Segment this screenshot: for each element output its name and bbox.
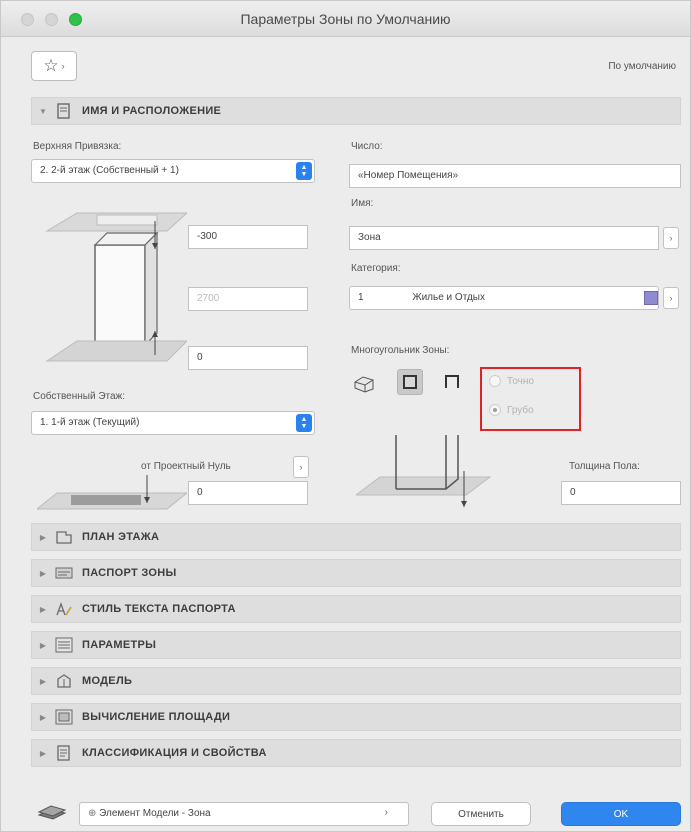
manual-polygon-icon <box>354 376 374 393</box>
zone-height-diagram <box>45 212 187 362</box>
parameters-icon <box>54 636 74 654</box>
section-label: КЛАССИФИКАЦИЯ И СВОЙСТВА <box>82 747 267 759</box>
select-stepper-icon: ▲ ▼ <box>296 162 312 180</box>
collapsed-triangle-icon: ▶ <box>39 748 47 758</box>
manual-polygon-button[interactable] <box>351 371 377 397</box>
zone-stamp-icon <box>54 564 74 582</box>
floor-thickness-input[interactable]: 0 <box>561 481 681 505</box>
collapsed-triangle-icon: ▶ <box>39 712 47 722</box>
collapsed-triangle-icon: ▶ <box>39 604 47 614</box>
floor-thickness-label: Толщина Пола: <box>569 461 640 472</box>
dialog-window: Параметры Зоны по Умолчанию ☆ › По умолча… <box>0 0 691 832</box>
window-title: Параметры Зоны по Умолчанию <box>240 11 451 27</box>
radio-precise[interactable]: Точно <box>489 375 534 387</box>
home-story-value: 1. 1-й этаж (Текущий) <box>40 417 140 428</box>
section-label: МОДЕЛЬ <box>82 675 133 687</box>
top-link-value: 2. 2-й этаж (Собственный + 1) <box>40 165 179 176</box>
section-area-calculation[interactable]: ▶ ВЫЧИСЛЕНИЕ ПЛОЩАДИ <box>31 703 681 731</box>
polygons-label: Многоугольник Зоны: <box>351 345 450 356</box>
area-calc-icon <box>54 708 74 726</box>
category-select[interactable]: 1 Жилье и Отдых <box>349 286 659 310</box>
floor-thickness-diagram <box>356 435 492 507</box>
project-zero-diagram <box>37 475 187 510</box>
star-icon: ☆ <box>43 56 59 75</box>
section-label: ПАРАМЕТРЫ <box>82 639 157 651</box>
section-model[interactable]: ▶ МОДЕЛЬ <box>31 667 681 695</box>
gross-polygon-button[interactable] <box>397 369 423 395</box>
text-style-icon <box>54 600 74 618</box>
net-polygon-icon <box>445 375 459 388</box>
net-polygon-button[interactable] <box>439 369 465 395</box>
section-label: ПАСПОРТ ЗОНЫ <box>82 567 177 579</box>
project-zero-input[interactable]: 0 <box>188 481 308 505</box>
radio-gross-indicator <box>489 404 501 416</box>
name-location-icon <box>54 102 74 120</box>
default-settings-label: По умолчанию <box>608 61 676 72</box>
radio-precise-label: Точно <box>507 375 534 387</box>
category-value: Жилье и Отдых <box>412 292 485 303</box>
floor-plan-icon <box>54 528 74 546</box>
top-offset-input[interactable]: -300 <box>188 225 308 249</box>
section-stamp-text-style[interactable]: ▶ СТИЛЬ ТЕКСТА ПАСПОРТА <box>31 595 681 623</box>
section-label: ИМЯ И РАСПОЛОЖЕНИЕ <box>82 105 222 117</box>
reference-level-menu-button[interactable]: › <box>293 456 309 478</box>
top-link-select[interactable]: 2. 2-й этаж (Собственный + 1) ▲ ▼ <box>31 159 315 183</box>
home-story-select[interactable]: 1. 1-й этаж (Текущий) ▲ ▼ <box>31 411 315 435</box>
classification-icon <box>54 744 74 762</box>
radio-gross[interactable]: Грубо <box>489 404 534 416</box>
category-code: 1 <box>358 292 364 303</box>
category-label: Категория: <box>351 263 401 274</box>
home-story-label: Собственный Этаж: <box>33 391 126 402</box>
collapsed-triangle-icon: ▶ <box>39 568 47 578</box>
section-label: СТИЛЬ ТЕКСТА ПАСПОРТА <box>82 603 236 615</box>
model-element-label: Элемент Модели - Зона <box>99 808 211 819</box>
element-type-icon: ⊕ <box>88 808 100 819</box>
bottom-offset-input[interactable]: 0 <box>188 346 308 370</box>
section-label: ПЛАН ЭТАЖА <box>82 531 160 543</box>
layer-icon <box>37 805 67 826</box>
collapsed-triangle-icon: ▶ <box>39 532 47 542</box>
radio-precise-indicator <box>489 375 501 387</box>
select-stepper-icon: ▲ ▼ <box>296 414 312 432</box>
section-label: ВЫЧИСЛЕНИЕ ПЛОЩАДИ <box>82 711 231 723</box>
collapsed-triangle-icon: ▶ <box>39 640 47 650</box>
model-icon <box>54 672 74 690</box>
number-label: Число: <box>351 141 383 152</box>
number-input[interactable]: «Номер Помещения» <box>349 164 681 188</box>
model-element-select[interactable]: ⊕ Элемент Модели - Зона › <box>79 802 409 826</box>
top-link-label: Верхняя Привязка: <box>33 141 122 152</box>
chevron-right-icon: › <box>384 807 388 818</box>
favorites-button[interactable]: ☆ › <box>31 51 77 81</box>
radio-gross-label: Грубо <box>507 404 534 416</box>
cancel-button[interactable]: Отменить <box>431 802 531 826</box>
chevron-right-icon: › <box>61 61 65 71</box>
name-input[interactable]: Зона <box>349 226 659 250</box>
section-parameters[interactable]: ▶ ПАРАМЕТРЫ <box>31 631 681 659</box>
gross-polygon-icon <box>403 375 417 389</box>
collapsed-triangle-icon: ▶ <box>39 676 47 686</box>
name-label: Имя: <box>351 198 374 209</box>
ok-button[interactable]: OK <box>561 802 681 826</box>
height-input[interactable]: 2700 <box>188 287 308 311</box>
expanded-triangle-icon: ▼ <box>39 106 47 116</box>
title-bar: Параметры Зоны по Умолчанию <box>1 1 690 37</box>
section-floor-plan[interactable]: ▶ ПЛАН ЭТАЖА <box>31 523 681 551</box>
category-menu-button[interactable]: › <box>663 287 679 309</box>
name-menu-button[interactable]: › <box>663 227 679 249</box>
category-color-swatch[interactable] <box>644 291 658 305</box>
section-zone-stamp[interactable]: ▶ ПАСПОРТ ЗОНЫ <box>31 559 681 587</box>
section-classification-properties[interactable]: ▶ КЛАССИФИКАЦИЯ И СВОЙСТВА <box>31 739 681 767</box>
section-name-location[interactable]: ▼ ИМЯ И РАСПОЛОЖЕНИЕ <box>31 97 681 125</box>
